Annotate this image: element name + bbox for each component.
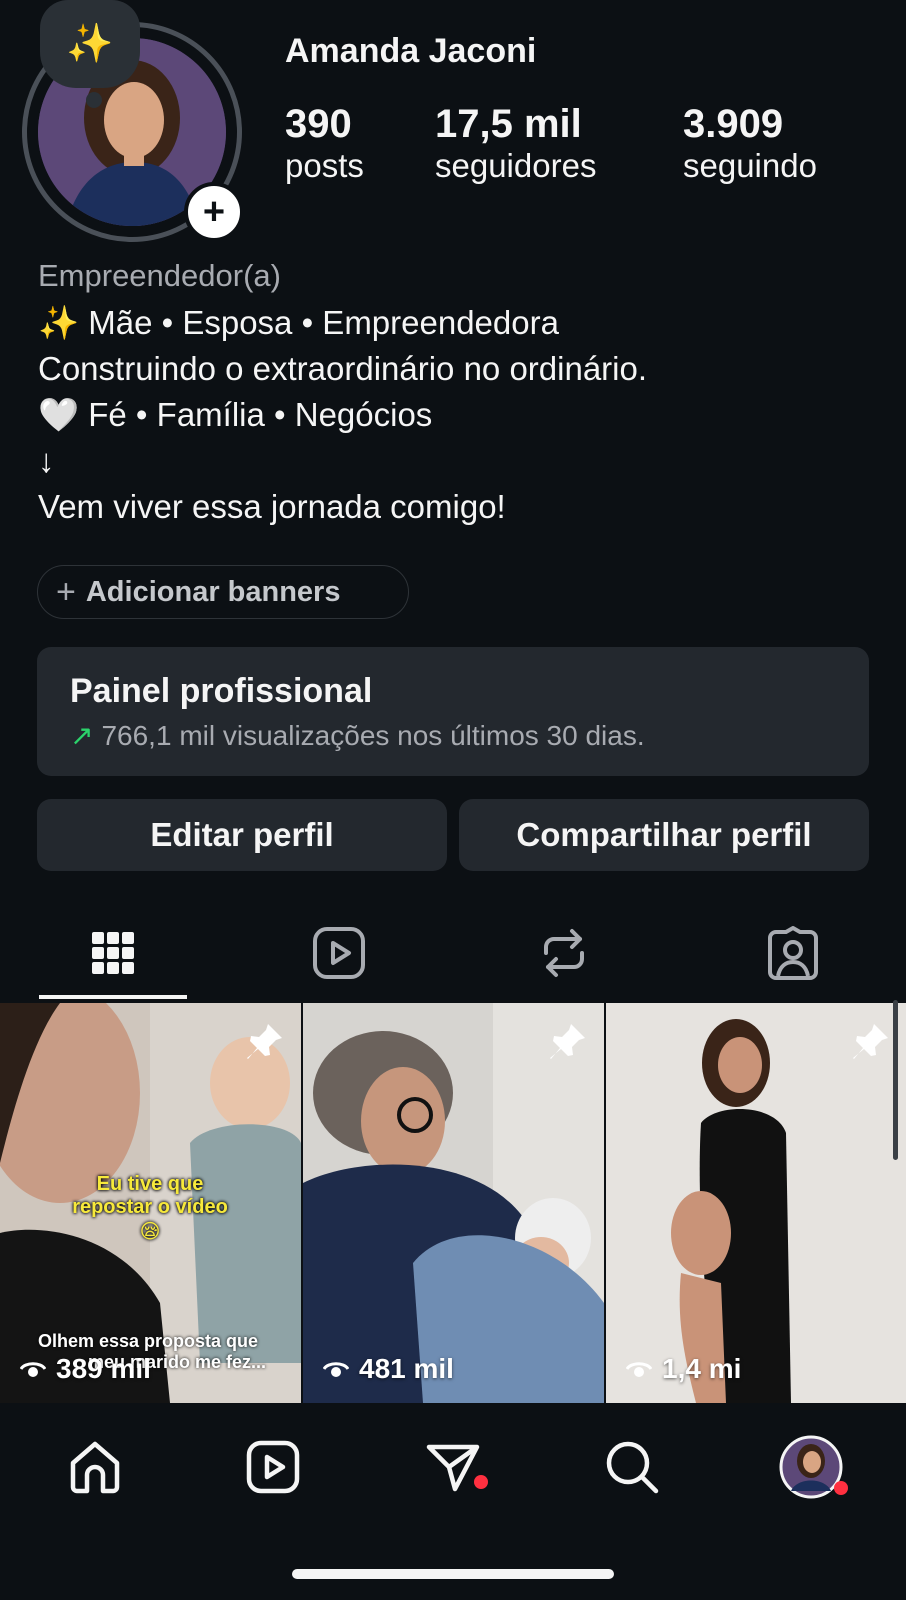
bio-line: Construindo o extraordinário no ordinári… [38,350,648,387]
post-views: 389 mil [20,1353,151,1385]
following-label: seguindo [683,147,817,184]
add-story-button[interactable]: + [184,182,244,242]
home-indicator[interactable] [292,1569,614,1579]
nav-home[interactable] [60,1432,130,1502]
pinned-icon [853,1024,888,1059]
dashboard-views-text: 766,1 mil visualizações nos últimos 30 d… [101,720,645,751]
bio-arrow: ↓ [38,442,55,479]
post-thumbnail[interactable]: 1,4 mi [606,1003,906,1403]
post-caption-overlay-line: Olhem essa proposta que [38,1331,259,1351]
note-bubble[interactable]: ✨ [40,0,140,88]
post-views-count: 389 mil [56,1353,151,1384]
post-views: 1,4 mi [626,1353,741,1385]
bio-category: Empreendedor(a) [38,258,281,293]
add-banners-label: Adicionar banners [85,575,341,608]
reels-icon [313,927,365,979]
nav-reels[interactable] [238,1432,308,1502]
posts-count: 390 [285,102,352,146]
direct-icon [426,1444,480,1492]
views-icon [20,1362,46,1377]
tab-reels[interactable] [303,917,375,989]
following-count: 3.909 [683,102,784,146]
edit-profile-button[interactable]: Editar perfil [37,799,447,871]
note-bubble-tail [86,92,102,108]
scrollbar[interactable] [893,1000,898,1160]
direct-notification-dot [474,1475,488,1489]
post-caption-overlay: Eu tive que repostar o vídeo 😪 [60,1173,240,1244]
profile-username: Amanda Jaconi [285,32,537,70]
reposts-icon [544,929,584,977]
sparkles-icon: ✨ [66,23,114,65]
bio-line: ✨ Mãe • Esposa • Empreendedora [38,304,559,341]
post-views-count: 481 mil [359,1353,454,1384]
views-icon [626,1362,652,1377]
pinned-icon [247,1024,282,1059]
plus-icon: + [202,191,226,233]
post-caption-overlay-line: repostar o vídeo 😪 [72,1196,228,1243]
professional-dashboard[interactable]: Painel profissional ↗ 766,1 mil visualiza… [37,647,869,776]
share-profile-button[interactable]: Compartilhar perfil [459,799,869,871]
bio-line: Vem viver essa jornada comigo! [38,488,506,525]
post-thumbnail[interactable]: 481 mil [303,1003,604,1403]
posts-stat[interactable]: 390 posts [285,102,364,185]
active-tab-indicator [39,995,187,999]
post-image [606,1003,906,1403]
add-banners-button[interactable]: + Adicionar banners [37,565,409,619]
post-image [303,1003,604,1403]
following-stat[interactable]: 3.909 seguindo [683,102,817,185]
tab-tagged[interactable] [757,917,829,989]
tagged-icon [768,926,818,980]
views-icon [323,1362,349,1377]
dashboard-subtitle: ↗ 766,1 mil visualizações nos últimos 30 … [70,719,645,752]
followers-count: 17,5 mil [435,102,582,146]
plus-icon: + [56,573,76,611]
profile-notification-dot [834,1481,848,1495]
followers-label: seguidores [435,147,597,184]
post-caption-overlay-line: Eu tive que [96,1173,204,1195]
followers-stat[interactable]: 17,5 mil seguidores [435,102,596,185]
nav-direct[interactable] [418,1432,488,1502]
search-icon [606,1441,659,1494]
grid-icon [92,932,134,974]
home-icon [70,1441,120,1494]
tab-posts-grid[interactable] [77,917,149,989]
pinned-icon [550,1024,585,1059]
posts-label: posts [285,147,364,184]
post-thumbnail[interactable]: Eu tive que repostar o vídeo 😪 Olhem ess… [0,1003,301,1403]
post-views-count: 1,4 mi [662,1353,742,1384]
dashboard-title: Painel profissional [70,672,373,710]
post-views: 481 mil [323,1353,454,1385]
tab-reposts[interactable] [528,917,600,989]
bio-line: 🤍 Fé • Família • Negócios [38,396,433,433]
trend-up-icon: ↗ [70,720,94,751]
nav-search[interactable] [597,1432,667,1502]
reels-icon [246,1440,300,1494]
